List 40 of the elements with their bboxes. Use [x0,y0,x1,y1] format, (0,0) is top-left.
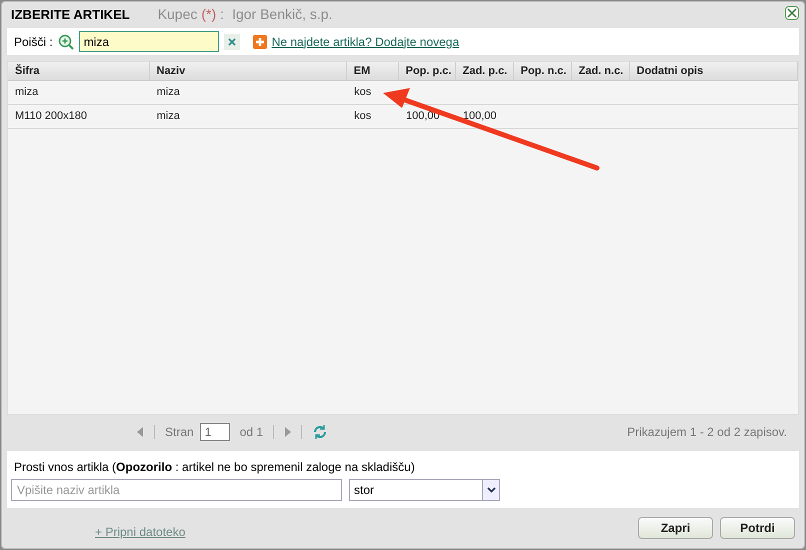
free-entry-label: Prosti vnos artikla (Opozorilo : artikel ne bo spremenil zaloge na skladišču) [13,459,416,476]
column-header[interactable]: Zad. n.c. [572,62,630,80]
search-field[interactable]: miza [78,31,219,52]
table-cell-text: miza [156,85,180,100]
background-value: Igor Benkič, s.p. [232,5,332,24]
page-label: Stran [165,424,194,441]
clear-icon[interactable] [224,34,240,50]
column-header[interactable]: Pop. n.c. [514,62,572,80]
table-cell-text: miza [156,109,180,124]
search-label: Poišči : [14,34,53,50]
record-summary: Prikazujem 1 - 2 od 2 zapisov. [627,424,787,441]
add-article-link[interactable]: Ne najdete artikla? Dodajte novega [272,32,460,50]
next-icon[interactable] [284,427,292,437]
page-count: od 1 [240,424,264,441]
background-colon: : [220,5,224,24]
column-header[interactable]: EM [346,62,399,80]
table-cell-text: kos [354,85,372,100]
refresh-icon[interactable] [312,424,328,440]
window-title: IZBERITE ARTIKEL [10,6,130,24]
column-header[interactable]: Dodatni opis [630,62,798,80]
required-mark: (*) [201,5,216,24]
table-cell-text: miza [15,85,38,100]
table-cell-text: 100,00 [462,109,496,124]
article-name-field[interactable]: Vpišite naziv artikla [11,479,342,501]
dialog-button[interactable]: Zapri [638,517,713,539]
background-label: Kupec [158,5,198,24]
column-header[interactable]: Šifra [8,62,150,80]
table-cell-text: kos [354,109,372,124]
column-header[interactable]: Pop. p.c. [398,62,456,80]
table-cell-text: M110 200x180 [15,109,87,124]
column-header[interactable]: Zad. p.c. [456,62,514,80]
dialog-button[interactable]: Potrdi [720,517,795,539]
close-icon[interactable] [785,6,799,20]
unit-dropdown[interactable]: stor [349,479,500,501]
previous-icon[interactable] [137,427,144,437]
column-header[interactable]: Naziv [150,62,347,80]
zoom-in-icon [58,34,74,50]
add-icon [252,34,267,48]
page-field[interactable]: 1 [200,423,230,441]
chevron-icon [486,487,496,493]
